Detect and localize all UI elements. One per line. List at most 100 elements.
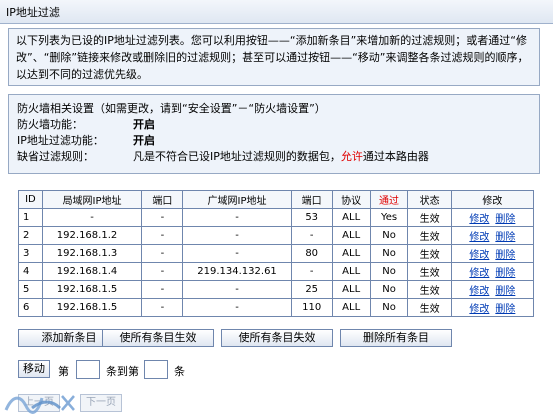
ip-filter-value: 开启	[133, 134, 155, 147]
table-cell: -	[141, 262, 184, 281]
table-body: 1- - -53 ALL Yes 生效 修改 删除 2 192.168.1.2- - - ALL No 生效…	[18, 208, 535, 317]
table-cell: 生效	[407, 244, 452, 263]
delete-link[interactable]: 删除	[495, 214, 515, 225]
page-title: IP地址过滤	[6, 6, 60, 19]
table-cell: 53	[290, 208, 333, 227]
column-header: 协议	[331, 190, 371, 209]
column-header: 状态	[407, 190, 452, 209]
move-to-text: 条到第	[106, 365, 139, 378]
firewall-value: 开启	[133, 118, 155, 131]
enable-all-button[interactable]: 使所有条目生效	[102, 329, 214, 347]
delete-link[interactable]: 删除	[495, 304, 515, 315]
table-row: 3 192.168.1.3- -80 ALL No 生效 修改 删除	[18, 244, 535, 263]
default-rule-label: 缺省过滤规则：	[17, 150, 94, 163]
table-cell: 25	[290, 280, 333, 299]
disable-all-button[interactable]: 使所有条目失效	[221, 329, 333, 347]
table-cell: 生效	[407, 208, 452, 227]
table-cell: -	[141, 226, 184, 245]
intro-text: 以下列表为已设的IP地址过滤列表。您可以利用按钮——“添加新条目”来增加新的过滤…	[16, 34, 529, 81]
table-cell: 生效	[407, 298, 452, 317]
column-header: 端口	[141, 190, 184, 209]
row-actions: 修改 删除	[450, 244, 535, 263]
default-rule-value: 凡是不符合已设IP地址过滤规则的数据包，允许通过本路由器	[133, 149, 429, 165]
rules-table: ID 局域网IP地址 端口 广域网IP地址 端口 协议 通过 状态 修改 1- - -53 ALL Ye…	[18, 190, 535, 317]
table-cell: 1	[18, 208, 43, 227]
table-row: 6 192.168.1.5- -110 ALL No 生效 修改 删除	[18, 298, 535, 317]
table-cell: ALL	[331, 280, 371, 299]
column-header: 修改	[450, 190, 535, 209]
table-cell: ALL	[331, 226, 371, 245]
table-cell: No	[369, 262, 409, 281]
table-row: 2 192.168.1.2- - - ALL No 生效 修改 删除	[18, 226, 535, 245]
table-cell: -	[41, 208, 143, 227]
table-cell: No	[369, 244, 409, 263]
table-cell: -	[141, 298, 184, 317]
column-header: 广域网IP地址	[182, 190, 292, 209]
column-header: 端口	[290, 190, 333, 209]
firewall-panel: 防火墙相关设置（如需更改，请到“安全设置”－“防火墙设置”） 防火墙功能： 开启…	[8, 94, 540, 174]
edit-link[interactable]: 修改	[469, 304, 489, 315]
table-cell: 110	[290, 298, 333, 317]
intro-panel: 以下列表为已设的IP地址过滤列表。您可以利用按钮——“添加新条目”来增加新的过滤…	[8, 28, 540, 86]
table-cell: -	[141, 280, 184, 299]
delete-link[interactable]: 删除	[495, 250, 515, 261]
table-cell: 3	[18, 244, 43, 263]
title-bar: IP地址过滤	[0, 0, 553, 24]
default-rule-suffix: 通过本路由器	[362, 150, 429, 163]
table-cell: 2	[18, 226, 43, 245]
firewall-header: 防火墙相关设置（如需更改，请到“安全设置”－“防火墙设置”）	[17, 102, 326, 115]
table-cell: -	[141, 244, 184, 263]
table-cell: -	[182, 298, 292, 317]
site-watermark-logo	[4, 395, 75, 414]
row-actions: 修改 删除	[450, 280, 535, 299]
edit-link[interactable]: 修改	[469, 268, 489, 279]
table-cell: -	[290, 262, 333, 281]
move-row: 移动 第 条到第 条	[18, 360, 318, 380]
ip-filter-label: IP地址过滤功能：	[17, 134, 104, 147]
column-header: 通过	[369, 190, 409, 209]
edit-link[interactable]: 修改	[469, 232, 489, 243]
table-cell: 5	[18, 280, 43, 299]
move-to-input[interactable]	[144, 360, 168, 379]
edit-link[interactable]: 修改	[469, 286, 489, 297]
table-cell: 生效	[407, 280, 452, 299]
table-cell: -	[182, 226, 292, 245]
table-cell: 生效	[407, 262, 452, 281]
delete-link[interactable]: 删除	[495, 232, 515, 243]
table-cell: ALL	[331, 244, 371, 263]
edit-link[interactable]: 修改	[469, 250, 489, 261]
default-rule-highlight: 允许	[340, 150, 363, 163]
table-cell: 219.134.132.61	[182, 262, 292, 281]
table-cell: -	[182, 208, 292, 227]
table-cell: 192.168.1.4	[41, 262, 143, 281]
table-cell: -	[182, 244, 292, 263]
edit-link[interactable]: 修改	[469, 214, 489, 225]
table-cell: 192.168.1.3	[41, 244, 143, 263]
firewall-label: 防火墙功能：	[17, 118, 83, 131]
table-row: 5 192.168.1.5- -25 ALL No 生效 修改 删除	[18, 280, 535, 299]
table-cell: ALL	[331, 262, 371, 281]
delete-link[interactable]: 删除	[495, 268, 515, 279]
table-cell: -	[182, 280, 292, 299]
table-cell: 6	[18, 298, 43, 317]
table-cell: No	[369, 280, 409, 299]
table-row: 1- - -53 ALL Yes 生效 修改 删除	[18, 208, 535, 227]
move-suffix: 条	[174, 365, 185, 378]
default-rule-text: 凡是不符合已设IP地址过滤规则的数据包，	[133, 150, 341, 163]
table-cell: -	[141, 208, 184, 227]
table-cell: -	[290, 226, 333, 245]
delete-link[interactable]: 删除	[495, 286, 515, 297]
delete-all-button[interactable]: 删除所有条目	[340, 329, 452, 347]
row-actions: 修改 删除	[450, 298, 535, 317]
table-cell: 192.168.1.2	[41, 226, 143, 245]
row-actions: 修改 删除	[450, 208, 535, 227]
table-cell: 生效	[407, 226, 452, 245]
column-header: ID	[18, 190, 43, 209]
table-header-row: ID 局域网IP地址 端口 广域网IP地址 端口 协议 通过 状态 修改	[18, 190, 535, 209]
move-from-input[interactable]	[76, 360, 100, 379]
move-from-prefix: 第	[58, 365, 69, 378]
table-cell: ALL	[331, 208, 371, 227]
table-cell: ALL	[331, 298, 371, 317]
move-button[interactable]: 移动	[18, 360, 50, 378]
table-cell: No	[369, 298, 409, 317]
